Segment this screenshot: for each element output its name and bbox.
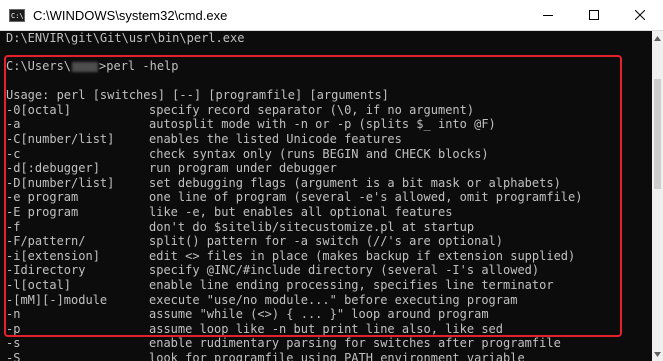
scroll-up-icon	[654, 35, 661, 41]
cmd-app-icon: C:\	[9, 8, 25, 22]
maximize-icon	[589, 10, 599, 20]
scroll-down-icon	[654, 351, 661, 357]
minimize-button[interactable]	[525, 0, 571, 30]
highlight-box	[4, 55, 622, 337]
title-bar[interactable]: C:\ C:\WINDOWS\system32\cmd.exe	[0, 0, 663, 31]
scroll-up-button[interactable]	[652, 31, 663, 45]
option-row: -s enable rudimentary parsing for switche…	[0, 336, 582, 351]
window-title: C:\WINDOWS\system32\cmd.exe	[33, 7, 228, 23]
maximize-button[interactable]	[571, 0, 617, 30]
minimize-icon	[543, 15, 553, 16]
previous-output-line: D:\ENVIR\git\Git\usr\bin\perl.exe	[6, 31, 245, 45]
option-description: enable rudimentary parsing for switches …	[149, 336, 561, 351]
close-button[interactable]	[617, 0, 663, 30]
close-icon	[635, 10, 645, 20]
option-description: look for programfile using PATH environm…	[149, 350, 525, 361]
option-row: -S look for programfile using PATH enviro…	[0, 351, 582, 361]
vertical-scrollbar[interactable]	[652, 31, 663, 361]
scroll-down-button[interactable]	[652, 347, 663, 361]
option-flag: -s	[6, 336, 21, 351]
scroll-thumb[interactable]	[654, 79, 661, 189]
option-flag: -S	[6, 350, 21, 361]
